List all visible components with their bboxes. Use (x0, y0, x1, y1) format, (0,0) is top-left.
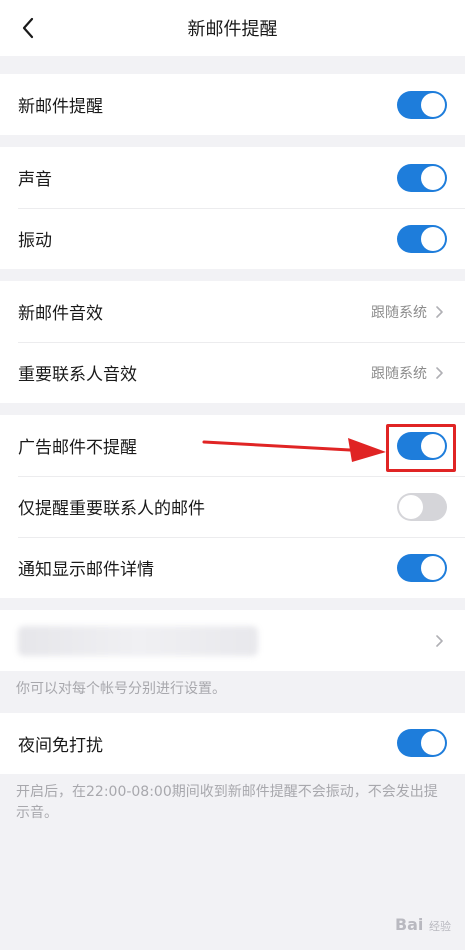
navigation-bar: 新邮件提醒 (0, 0, 465, 56)
watermark-brand: Bai (394, 915, 424, 934)
toggle-knob (421, 555, 445, 580)
group-sound-effects: 新邮件音效 跟随系统 重要联系人音效 跟随系统 (0, 281, 465, 403)
row-new-mail-alert[interactable]: 新邮件提醒 (0, 74, 465, 135)
account-note: 你可以对每个帐号分别进行设置。 (16, 681, 226, 697)
row-account[interactable] (0, 610, 465, 671)
row-label: 夜间免打扰 (18, 735, 103, 756)
row-night-mode[interactable]: 夜间免打扰 (0, 712, 465, 774)
row-label: 新邮件音效 (18, 304, 103, 324)
back-button[interactable] (14, 14, 42, 42)
group-new-mail: 新邮件提醒 (0, 74, 465, 135)
vibrate-toggle[interactable] (397, 224, 447, 253)
row-new-mail-sound[interactable]: 新邮件音效 跟随系统 (0, 281, 465, 342)
night-mode-toggle[interactable] (397, 729, 447, 758)
toggle-knob (421, 92, 445, 117)
row-label: 振动 (18, 231, 52, 251)
watermark-sub: 经验 (429, 920, 451, 933)
toggle-knob (421, 165, 445, 190)
account-email-blurred (18, 625, 435, 656)
group-night: 夜间免打扰 (0, 712, 465, 774)
night-note: 开启后，在22:00-08:00期间收到新邮件提醒不会振动，不会发出提示音。 (16, 783, 438, 822)
chevron-right-icon (435, 304, 447, 320)
row-label: 声音 (18, 170, 52, 190)
chevron-right-icon (435, 633, 447, 649)
new-mail-alert-toggle[interactable] (397, 90, 447, 119)
group-account (0, 610, 465, 671)
group-sound-vibrate: 声音 振动 (0, 147, 465, 269)
row-show-details[interactable]: 通知显示邮件详情 (0, 537, 465, 598)
vip-only-toggle[interactable] (397, 492, 447, 521)
row-value: 跟随系统 (371, 304, 427, 321)
sound-toggle[interactable] (397, 163, 447, 192)
highlight-box (386, 424, 456, 472)
row-label: 新邮件提醒 (18, 97, 103, 117)
toggle-knob (421, 226, 445, 251)
row-sound[interactable]: 声音 (0, 147, 465, 208)
row-label: 通知显示邮件详情 (18, 560, 154, 580)
chevron-right-icon (435, 365, 447, 381)
row-label: 仅提醒重要联系人的邮件 (18, 499, 205, 519)
toggle-knob (421, 731, 445, 756)
show-details-toggle[interactable] (397, 553, 447, 582)
row-label: 重要联系人音效 (18, 365, 137, 385)
row-vip-sound[interactable]: 重要联系人音效 跟随系统 (0, 342, 465, 403)
toggle-knob (399, 494, 423, 519)
row-vip-only[interactable]: 仅提醒重要联系人的邮件 (0, 476, 465, 537)
chevron-left-icon (22, 17, 34, 39)
watermark: Bai 经验 (395, 915, 451, 934)
row-vibrate[interactable]: 振动 (0, 208, 465, 269)
page-title: 新邮件提醒 (187, 19, 278, 40)
row-value: 跟随系统 (371, 365, 427, 382)
red-arrow-annotation (202, 438, 386, 462)
